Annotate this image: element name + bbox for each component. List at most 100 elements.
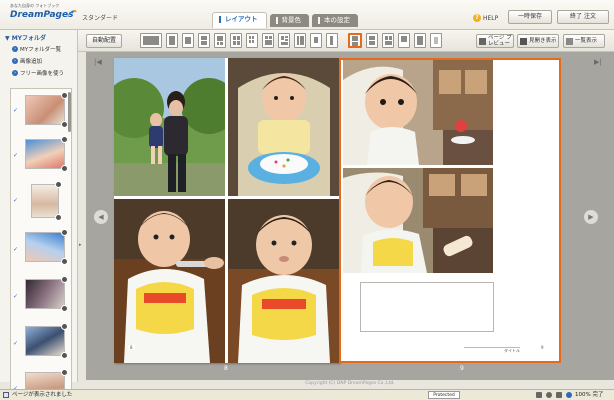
caption-text-box[interactable] (360, 282, 494, 332)
mode-label: スタンダード (82, 15, 119, 22)
logo-subtitle: あなた自身の フォトブック (10, 3, 60, 8)
photo-baby-closeup[interactable] (343, 60, 493, 165)
layout-option-four-left[interactable] (382, 33, 394, 48)
photo-baby-face[interactable] (228, 199, 340, 363)
baby-cake-image (228, 58, 340, 196)
layout-toolbar: 自動配置 ページ プレビュー 見開き表示 一覧表示 (0, 30, 614, 52)
layout-option-top-split[interactable] (214, 33, 226, 48)
layout-option-caption[interactable] (414, 33, 426, 48)
photo-baby-with-cake[interactable] (228, 58, 340, 196)
mother-baby-image (114, 58, 225, 196)
layout-option-two-rows[interactable] (198, 33, 210, 48)
last-page-icon[interactable]: ▶| (594, 58, 602, 66)
layout-option-two-stack-selected[interactable] (348, 33, 362, 48)
spread-view-button[interactable]: 見開き表示 (517, 34, 559, 48)
list-view-icon (566, 37, 573, 45)
header-bar: あなた自身の フォトブック DreamPages スタンダード レイアウト 背景… (0, 0, 614, 30)
next-page-arrow-icon[interactable]: ▶ (584, 210, 598, 224)
layout-option-strip[interactable] (294, 33, 306, 48)
previous-page-arrow-icon[interactable]: ◀ (94, 210, 108, 224)
logo-swoosh-icon (67, 9, 77, 17)
photo-thumbnail[interactable] (25, 323, 68, 359)
tab-layout[interactable]: レイアウト (212, 12, 267, 28)
sidebar-link-folder-list[interactable]: › MYフォルダ一覧 (12, 45, 61, 53)
photo-thumbnail[interactable] (25, 136, 68, 172)
remove-icon[interactable] (61, 305, 68, 312)
remove-icon[interactable] (61, 121, 68, 128)
save-button[interactable]: 一時保存 (508, 10, 552, 24)
sidebar-link-free-images[interactable]: › フリー画像を使う (12, 69, 64, 77)
layout-option-tall[interactable] (326, 33, 338, 48)
photo-baby-bottle[interactable] (343, 168, 493, 273)
help-link[interactable]: ? HELP (473, 14, 498, 22)
baby-bottle-image (343, 168, 493, 273)
layout-option-single[interactable] (166, 33, 178, 48)
auto-layout-button[interactable]: 自動配置 (86, 34, 122, 48)
help-label: HELP (483, 14, 499, 22)
my-folder-sidebar: ▼ MYフォルダ › MYフォルダ一覧 › 画像追加 › フリー画像を使う ✓ ✓ ✓… (0, 30, 82, 400)
logo-text: DreamPages (10, 10, 74, 20)
finish-order-button[interactable]: 終了 注文 (557, 10, 609, 24)
lock-icon (536, 392, 542, 398)
page-preview-button[interactable]: ページ プレビュー (476, 34, 514, 48)
page-preview-label: ページ プレビュー (488, 35, 512, 47)
zoom-icon[interactable] (566, 392, 572, 398)
sidebar-link-add-image[interactable]: › 画像追加 (12, 57, 42, 65)
list-view-label: 一覧表示 (575, 38, 598, 44)
first-page-icon[interactable]: |◀ (94, 58, 102, 66)
layout-option-collage[interactable] (278, 33, 290, 48)
right-page-marker: 9 (541, 345, 544, 350)
check-icon: ✓ (13, 246, 19, 253)
sidebar-link-label: MYフォルダ一覧 (20, 47, 62, 53)
tab-background-color[interactable]: 背景色 (269, 14, 309, 27)
layout-option-small[interactable] (310, 33, 322, 48)
layout-option-frame[interactable] (398, 33, 410, 48)
tab-book-settings[interactable]: 本の設定 (312, 14, 358, 27)
layout-option-six-grid[interactable] (246, 33, 258, 48)
left-page-number: 8 (224, 365, 228, 372)
sidebar-link-label: フリー画像を使う (20, 71, 65, 77)
layout-option-mixed-grid[interactable] (262, 33, 274, 48)
photo-thumbnail[interactable] (25, 229, 68, 265)
photo-thumbnail[interactable] (25, 92, 68, 128)
baby-face-image (228, 199, 340, 363)
layout-option-single-center[interactable] (182, 33, 194, 48)
thumbnail-scrollbar[interactable] (68, 92, 71, 132)
help-icon: ? (473, 14, 481, 22)
info-icon[interactable] (61, 369, 68, 376)
left-page[interactable]: 8 (114, 58, 340, 363)
check-icon: ✓ (13, 340, 19, 347)
info-icon[interactable] (61, 92, 68, 99)
zoom-level[interactable]: 100% 完了 (575, 390, 603, 400)
my-folder-title[interactable]: ▼ MYフォルダ (5, 33, 46, 42)
baby-closeup-image (343, 60, 493, 165)
dreampages-logo[interactable]: あなた自身の フォトブック DreamPages (8, 3, 78, 27)
right-page-selected[interactable]: タイトル 9 (339, 58, 561, 363)
photo-baby-spoon[interactable] (114, 199, 225, 363)
remove-icon[interactable] (61, 165, 68, 172)
dreampages-editor: あなた自身の フォトブック DreamPages スタンダード レイアウト 背景… (0, 0, 614, 400)
info-icon[interactable] (61, 229, 68, 236)
info-icon[interactable] (61, 276, 68, 283)
check-icon: ✓ (13, 107, 19, 114)
layout-option-full[interactable] (140, 33, 162, 48)
spread-view-label: 見開き表示 (529, 38, 557, 44)
right-page-title[interactable]: タイトル (464, 347, 520, 354)
remove-icon[interactable] (55, 214, 62, 221)
photo-mother-and-baby[interactable] (114, 58, 225, 196)
info-icon[interactable] (55, 181, 62, 188)
preview-icon (479, 37, 486, 45)
layout-option-blank[interactable] (430, 33, 442, 48)
collapse-sidebar-icon[interactable]: ▸ (79, 242, 82, 248)
photo-thumbnail-list[interactable]: ✓ ✓ ✓ ✓ ✓ ✓ ✓ (10, 88, 72, 400)
photo-thumbnail[interactable] (25, 276, 68, 312)
info-icon[interactable] (61, 323, 68, 330)
photo-thumbnail[interactable] (31, 181, 62, 221)
security-zone-icon (546, 392, 552, 398)
info-icon[interactable] (61, 136, 68, 143)
remove-icon[interactable] (61, 258, 68, 265)
layout-option-two-stack[interactable] (366, 33, 378, 48)
layout-option-four-grid[interactable] (230, 33, 242, 48)
list-view-button[interactable]: 一覧表示 (563, 34, 605, 48)
remove-icon[interactable] (61, 352, 68, 359)
